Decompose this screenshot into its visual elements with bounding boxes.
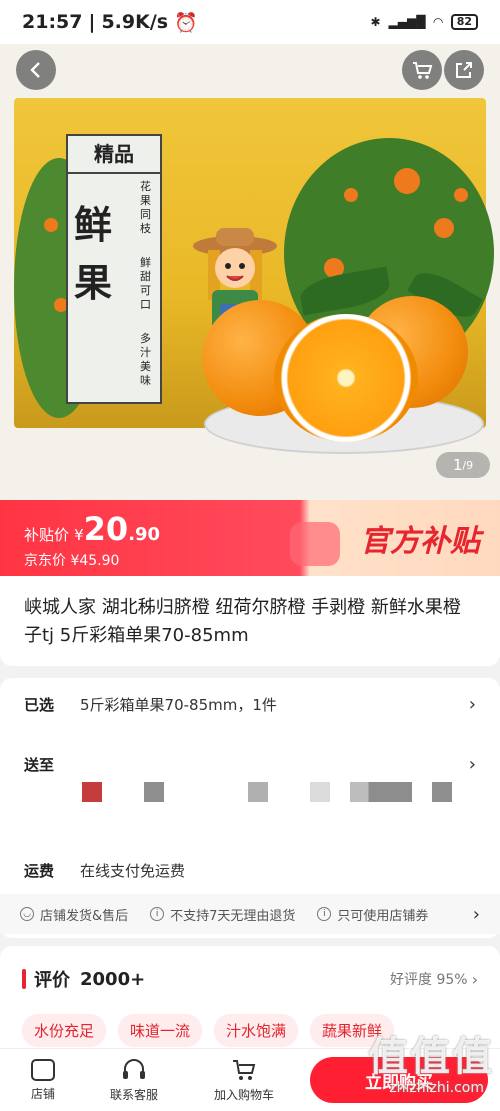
positive-rating: 好评度 95% [390,972,468,988]
orange-half [274,314,418,442]
watermark: 值值值 [368,1034,494,1080]
address-redacted [310,782,330,802]
smile-icon: ◡ [20,907,34,921]
wifi-icon: ◠ [433,15,443,29]
chevron-right-icon: › [468,753,476,775]
share-button[interactable] [444,50,484,90]
info-icon: i [317,907,332,921]
clock: 21:57 [22,11,83,33]
shop-icon [31,1058,55,1081]
review-tag[interactable]: 汁水饱满 [214,1014,299,1047]
product-gallery[interactable]: 精品 鲜果 花果同枝 鲜甜可口 多汁美味 1 /9 [0,44,500,500]
official-subsidy-badge: 官方补贴 [360,524,480,559]
battery-indicator: 82 [450,14,478,30]
cart-icon [413,62,433,79]
cart-button[interactable] [402,50,442,90]
alarm-icon: ⏰ [174,11,198,34]
chevron-right-icon: › [471,969,478,989]
bluetooth-icon: ✱ [370,15,381,29]
guarantee-item: i 不支持7天无理由退货 [150,905,295,924]
address-redacted [350,782,412,802]
address-redacted [432,782,452,802]
address-redacted [144,782,164,802]
headset-icon [123,1058,145,1079]
service-guarantees[interactable]: ◡ 店铺发货&售后 i 不支持7天无理由退货 i 只可使用店铺券 › [0,894,500,934]
subsidy-price: 20 [83,510,129,548]
freight-row: 运费 在线支付免运费 [24,861,186,880]
selected-spec-row[interactable]: 已选 5斤彩箱单果70-85mm，1件 › [24,692,476,716]
shop-button[interactable]: 店铺 [0,1058,86,1102]
reviews-title: 评价 [34,970,70,991]
jd-price: ¥45.90 [70,553,120,569]
guarantee-item: ◡ 店铺发货&售后 [20,905,128,924]
back-arrow-icon [30,62,40,78]
customer-service-button[interactable]: 联系客服 [86,1058,182,1103]
selected-spec-value: 5斤彩箱单果70-85mm，1件 [80,695,277,714]
info-icon: i [150,907,165,921]
address-redacted [82,782,102,802]
subsidy-label: 补贴价 [24,526,70,544]
ship-to-row[interactable]: 送至 › [24,752,476,776]
guarantee-item: i 只可使用店铺券 [317,905,428,924]
review-tag[interactable]: 味道一流 [118,1014,203,1047]
chevron-right-icon: › [468,693,476,715]
back-button[interactable] [16,50,56,90]
product-title: 峡城人家 湖北秭归脐橙 纽荷尔脐橙 手剥橙 新鲜水果橙子tj 5斤彩箱单果70-… [24,597,461,646]
price-banner: 补贴价 ¥20.90 京东价 ¥45.90 官方补贴 [0,500,500,576]
cart-icon [233,1059,256,1080]
watermark-url: zhizhizhi.com [389,1080,484,1096]
signal-icon: ▂▄▆█ [388,15,426,29]
image-counter: 1 /9 [436,452,490,478]
address-redacted [248,782,268,802]
reviews-count: 2000+ [80,968,146,990]
network-speed: 5.9K/s [101,11,169,33]
red-packet-icon [290,522,340,566]
box-label: 精品 鲜果 花果同枝 鲜甜可口 多汁美味 [66,134,162,404]
freight-value: 在线支付免运费 [80,861,186,880]
section-accent-bar [22,969,26,989]
jd-price-label: 京东价 [24,553,66,569]
product-title-card: 峡城人家 湖北秭归脐橙 纽荷尔脐橙 手剥橙 新鲜水果橙子tj 5斤彩箱单果70-… [0,576,500,666]
chevron-right-icon: › [472,903,480,925]
add-to-cart-button[interactable]: 加入购物车 [182,1058,306,1103]
share-icon [456,62,472,78]
status-bar: 21:57 | 5.9K/s ⏰ ✱ ▂▄▆█ ◠ 82 [0,0,500,44]
review-tag[interactable]: 水份充足 [22,1014,107,1047]
